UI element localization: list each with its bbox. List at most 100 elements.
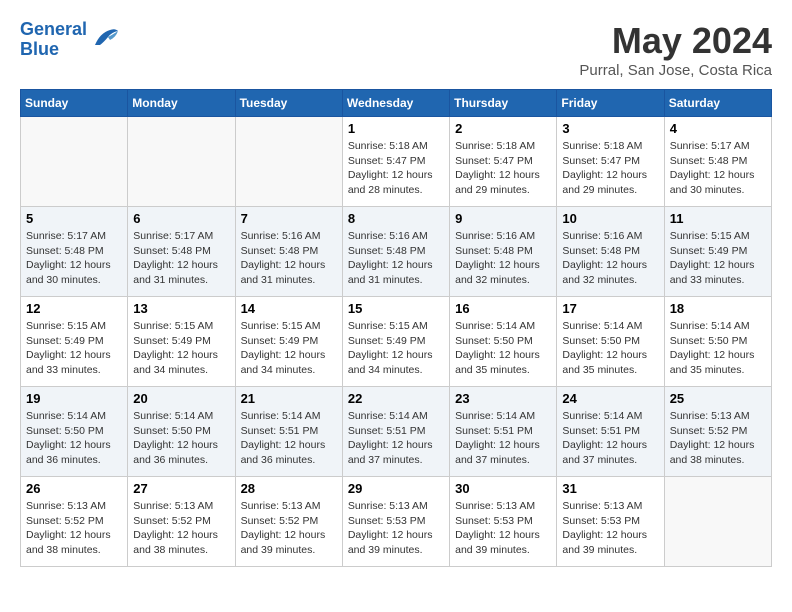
day-info: Sunrise: 5:14 AMSunset: 5:51 PMDaylight:… [562,409,658,468]
day-info: Sunrise: 5:14 AMSunset: 5:50 PMDaylight:… [133,409,229,468]
week-row-3: 12 Sunrise: 5:15 AMSunset: 5:49 PMDayligh… [21,297,772,387]
day-info: Sunrise: 5:16 AMSunset: 5:48 PMDaylight:… [241,229,337,288]
day-info: Sunrise: 5:16 AMSunset: 5:48 PMDaylight:… [348,229,444,288]
day-number: 7 [241,211,337,226]
day-info: Sunrise: 5:16 AMSunset: 5:48 PMDaylight:… [562,229,658,288]
day-number: 30 [455,481,551,496]
day-number: 12 [26,301,122,316]
day-number: 27 [133,481,229,496]
day-info: Sunrise: 5:14 AMSunset: 5:51 PMDaylight:… [455,409,551,468]
calendar-cell: 20 Sunrise: 5:14 AMSunset: 5:50 PMDayligh… [128,387,235,477]
calendar-cell: 30 Sunrise: 5:13 AMSunset: 5:53 PMDayligh… [450,477,557,567]
location-subtitle: Purral, San Jose, Costa Rica [579,62,772,79]
day-number: 20 [133,391,229,406]
day-number: 8 [348,211,444,226]
calendar-cell: 31 Sunrise: 5:13 AMSunset: 5:53 PMDayligh… [557,477,664,567]
calendar-cell: 23 Sunrise: 5:14 AMSunset: 5:51 PMDayligh… [450,387,557,477]
day-number: 29 [348,481,444,496]
day-info: Sunrise: 5:18 AMSunset: 5:47 PMDaylight:… [455,139,551,198]
calendar-cell [21,117,128,207]
day-number: 3 [562,121,658,136]
day-number: 22 [348,391,444,406]
day-info: Sunrise: 5:15 AMSunset: 5:49 PMDaylight:… [348,319,444,378]
calendar-cell: 17Sunrise: 5:14 AMSunset: 5:50 PMDayligh… [557,297,664,387]
day-info: Sunrise: 5:15 AMSunset: 5:49 PMDaylight:… [670,229,766,288]
day-info: Sunrise: 5:18 AMSunset: 5:47 PMDaylight:… [562,139,658,198]
day-info: Sunrise: 5:15 AMSunset: 5:49 PMDaylight:… [241,319,337,378]
day-number: 5 [26,211,122,226]
day-info: Sunrise: 5:17 AMSunset: 5:48 PMDaylight:… [670,139,766,198]
calendar-header: SundayMondayTuesdayWednesdayThursdayFrid… [21,90,772,117]
calendar-cell: 22 Sunrise: 5:14 AMSunset: 5:51 PMDayligh… [342,387,449,477]
calendar-body: 1 Sunrise: 5:18 AMSunset: 5:47 PMDaylight… [21,117,772,567]
day-number: 11 [670,211,766,226]
calendar-cell: 10 Sunrise: 5:16 AMSunset: 5:48 PMDayligh… [557,207,664,297]
calendar-cell: 16Sunrise: 5:14 AMSunset: 5:50 PMDayligh… [450,297,557,387]
day-info: Sunrise: 5:13 AMSunset: 5:52 PMDaylight:… [133,499,229,558]
calendar-cell: 29 Sunrise: 5:13 AMSunset: 5:53 PMDayligh… [342,477,449,567]
day-number: 15 [348,301,444,316]
day-number: 23 [455,391,551,406]
header-day-wednesday: Wednesday [342,90,449,117]
day-info: Sunrise: 5:14 AMSunset: 5:51 PMDaylight:… [348,409,444,468]
calendar-cell: 28 Sunrise: 5:13 AMSunset: 5:52 PMDayligh… [235,477,342,567]
day-info: Sunrise: 5:14 AMSunset: 5:50 PMDaylight:… [26,409,122,468]
week-row-4: 19 Sunrise: 5:14 AMSunset: 5:50 PMDayligh… [21,387,772,477]
logo-bird-icon [90,25,120,55]
calendar-cell: 21Sunrise: 5:14 AMSunset: 5:51 PMDayligh… [235,387,342,477]
calendar-cell: 11 Sunrise: 5:15 AMSunset: 5:49 PMDayligh… [664,207,771,297]
day-info: Sunrise: 5:17 AMSunset: 5:48 PMDaylight:… [133,229,229,288]
title-block: May 2024 Purral, San Jose, Costa Rica [579,20,772,79]
day-info: Sunrise: 5:14 AMSunset: 5:50 PMDaylight:… [562,319,658,378]
header-day-monday: Monday [128,90,235,117]
calendar-cell: 2Sunrise: 5:18 AMSunset: 5:47 PMDaylight… [450,117,557,207]
calendar-cell: 26Sunrise: 5:13 AMSunset: 5:52 PMDayligh… [21,477,128,567]
day-info: Sunrise: 5:13 AMSunset: 5:52 PMDaylight:… [241,499,337,558]
header-day-thursday: Thursday [450,90,557,117]
header-day-sunday: Sunday [21,90,128,117]
calendar-cell: 5 Sunrise: 5:17 AMSunset: 5:48 PMDaylight… [21,207,128,297]
day-info: Sunrise: 5:13 AMSunset: 5:53 PMDaylight:… [562,499,658,558]
logo-line1: General [20,19,87,39]
day-number: 13 [133,301,229,316]
calendar-cell: 13 Sunrise: 5:15 AMSunset: 5:49 PMDayligh… [128,297,235,387]
day-info: Sunrise: 5:14 AMSunset: 5:50 PMDaylight:… [670,319,766,378]
month-year-title: May 2024 [579,20,772,62]
calendar-cell: 25Sunrise: 5:13 AMSunset: 5:52 PMDayligh… [664,387,771,477]
calendar-cell: 19 Sunrise: 5:14 AMSunset: 5:50 PMDayligh… [21,387,128,477]
logo: General Blue [20,20,120,60]
day-number: 26 [26,481,122,496]
calendar-cell [235,117,342,207]
logo-line2: Blue [20,39,59,59]
logo-text: General Blue [20,20,87,60]
day-number: 1 [348,121,444,136]
day-number: 4 [670,121,766,136]
day-info: Sunrise: 5:15 AMSunset: 5:49 PMDaylight:… [133,319,229,378]
day-info: Sunrise: 5:17 AMSunset: 5:48 PMDaylight:… [26,229,122,288]
week-row-2: 5 Sunrise: 5:17 AMSunset: 5:48 PMDaylight… [21,207,772,297]
day-number: 31 [562,481,658,496]
day-info: Sunrise: 5:13 AMSunset: 5:53 PMDaylight:… [348,499,444,558]
day-number: 24 [562,391,658,406]
day-number: 28 [241,481,337,496]
day-number: 19 [26,391,122,406]
day-info: Sunrise: 5:13 AMSunset: 5:53 PMDaylight:… [455,499,551,558]
day-number: 14 [241,301,337,316]
day-number: 6 [133,211,229,226]
calendar-cell: 12 Sunrise: 5:15 AMSunset: 5:49 PMDayligh… [21,297,128,387]
header-row: SundayMondayTuesdayWednesdayThursdayFrid… [21,90,772,117]
calendar-cell: 1 Sunrise: 5:18 AMSunset: 5:47 PMDaylight… [342,117,449,207]
header-day-tuesday: Tuesday [235,90,342,117]
calendar-cell: 18Sunrise: 5:14 AMSunset: 5:50 PMDayligh… [664,297,771,387]
day-info: Sunrise: 5:18 AMSunset: 5:47 PMDaylight:… [348,139,444,198]
calendar-cell [664,477,771,567]
day-info: Sunrise: 5:14 AMSunset: 5:50 PMDaylight:… [455,319,551,378]
day-number: 10 [562,211,658,226]
calendar-cell: 6 Sunrise: 5:17 AMSunset: 5:48 PMDaylight… [128,207,235,297]
day-number: 21 [241,391,337,406]
page-header: General Blue May 2024 Purral, San Jose, … [20,20,772,79]
calendar-cell: 27 Sunrise: 5:13 AMSunset: 5:52 PMDayligh… [128,477,235,567]
day-info: Sunrise: 5:15 AMSunset: 5:49 PMDaylight:… [26,319,122,378]
calendar-cell: 4 Sunrise: 5:17 AMSunset: 5:48 PMDaylight… [664,117,771,207]
calendar-cell: 15 Sunrise: 5:15 AMSunset: 5:49 PMDayligh… [342,297,449,387]
